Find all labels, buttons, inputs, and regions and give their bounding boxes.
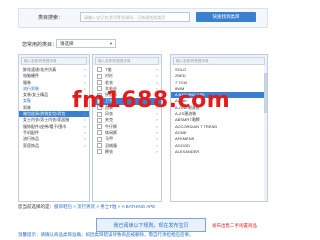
publish-confirm-button[interactable]: 我已阅读以下规则，现在发布宝贝: [96, 218, 206, 232]
list-item-label: 女士内衣/男士内衣/家居服: [23, 117, 70, 123]
scrollbar-thumb[interactable]: [264, 73, 267, 113]
list-item-label: 女装/女士精品: [23, 92, 49, 98]
list-item[interactable]: 棉衣 >: [93, 149, 161, 155]
checkbox-icon[interactable]: [97, 149, 102, 155]
category-panel-level3[interactable]: 输入名称/拼音首字母 SOLO 2NED 7.7CM 8WM A BATHING APE…: [170, 54, 268, 202]
category-panel-level1[interactable]: 输入名称/拼音首字母 鲜花速递/花卉仿真 > 电脑硬件 > 服装 > 流行男装 > 女装/女士精…: [18, 54, 90, 202]
list-item-label: 男装: [23, 104, 31, 110]
list-item-label: T恤: [105, 67, 112, 72]
list-item-label: ABSMRT潮牌: [175, 117, 200, 123]
checkbox-icon[interactable]: [97, 80, 102, 86]
list-item-label: 马甲: [105, 136, 113, 142]
list-item-label: 夹克: [105, 117, 113, 123]
list-item-label: 箱包皮具/热销女包/男包: [23, 111, 66, 117]
list-item-label: AFKMENS: [175, 136, 195, 142]
category-search-input[interactable]: 请输入宝贝名/货号等关键词，可快速找到类目: [80, 12, 190, 22]
list-item-label: 家居饰品: [23, 142, 39, 148]
list-item-label: 7.7CM: [175, 79, 187, 85]
chevron-down-icon: ▼: [109, 41, 113, 46]
selected-category-bar: 您当前选择的是：服饰鞋包 > 流行男装 > 男士T恤 > A BATHING A…: [18, 204, 268, 211]
panel3-search-input[interactable]: 输入名称/拼音首字母: [173, 57, 265, 65]
checkbox-icon[interactable]: [97, 117, 102, 123]
list-item[interactable]: 家居饰品 >: [19, 143, 89, 149]
list-item-label: 服装: [23, 79, 31, 85]
list-item-label: 毛衣: [105, 79, 113, 85]
list-item-label: 羽绒服: [105, 142, 117, 148]
list-item-label: 棉衣: [105, 148, 113, 154]
list-item[interactable]: ALEXANDER: [171, 149, 267, 155]
chevron-right-icon: >: [83, 142, 86, 148]
selected-category-path: 服饰鞋包 > 流行男装 > 男士T恤 > A BATHING APE: [54, 204, 156, 209]
common-category-label: 您常用的类目：: [22, 42, 58, 48]
panel1-search-input[interactable]: 输入名称/拼音首字母: [21, 57, 87, 65]
category-search-label: 类目搜索：: [38, 15, 64, 21]
checkbox-icon[interactable]: [97, 130, 102, 136]
common-category-select[interactable]: 请选择 ▼: [56, 39, 116, 48]
common-category-value: 请选择: [60, 41, 74, 46]
list-item-label: 服饰配件/皮带/帽子/围巾: [23, 123, 67, 129]
list-item-label: ALEXANDER: [175, 148, 200, 154]
panel3-scrollbar[interactable]: [264, 65, 267, 201]
second-hand-publish-link[interactable]: 发布出售二手闲置商品: [212, 223, 257, 229]
category-panel-level2[interactable]: 输入名称/拼音首字母 T恤 > 衬衫 > 毛衣 > 羊毛衫 > 针织衫 > 卫衣 > 西装 > 风衣 > 夹克 >…: [92, 54, 162, 202]
quick-find-button[interactable]: 快速找到类目: [196, 12, 256, 22]
checkbox-icon[interactable]: [97, 73, 102, 79]
panel2-search-input[interactable]: 输入名称/拼音首字母: [95, 57, 159, 65]
checkbox-icon[interactable]: [97, 67, 102, 73]
list-item-label: ACME: [175, 129, 187, 135]
footer-notice: 温馨提示：请确认商品类目准确，如因类目错误导致商品被删除，需自行承担相应后果。: [18, 232, 194, 237]
selected-category-label: 您当前选择的是：: [18, 204, 54, 209]
list-item-label: AGOOD: [175, 142, 190, 148]
list-item-label: 2NED: [175, 73, 186, 79]
checkbox-icon[interactable]: [97, 124, 102, 130]
list-item-label: 牛仔裤: [105, 123, 117, 129]
list-item-label: ACCORDIAN T TREND: [175, 123, 218, 129]
list-item-label: 电脑硬件: [23, 73, 39, 79]
list-item-label: 休闲裤: [105, 129, 117, 135]
list-item-label: SOLO: [175, 67, 187, 72]
list-item-label: 女鞋: [23, 98, 31, 104]
list-item-label: 衬衫: [105, 73, 113, 79]
list-item-label: 手机配件: [23, 129, 39, 135]
watermark-text: fm1688.com: [72, 88, 231, 113]
list-item-label: 流行男装: [23, 85, 39, 91]
checkbox-icon[interactable]: [97, 143, 102, 148]
chevron-right-icon: >: [155, 148, 158, 154]
list-item-label: 流行饰品: [23, 136, 39, 142]
checkbox-icon[interactable]: [97, 136, 102, 142]
list-item-label: 鲜花速递/花卉仿真: [23, 67, 57, 72]
